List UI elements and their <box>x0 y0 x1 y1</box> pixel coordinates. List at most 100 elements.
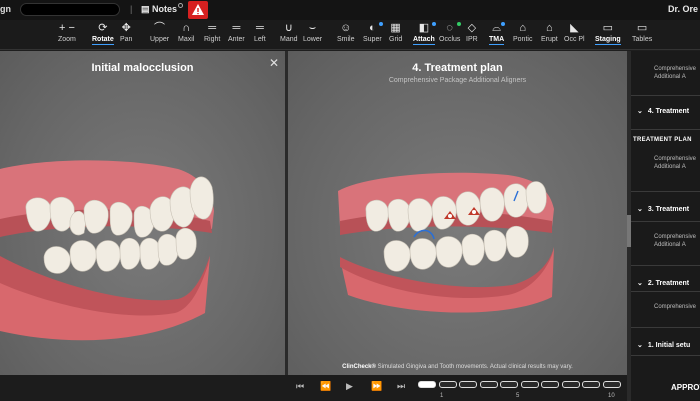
tool-label: Left <box>254 36 266 43</box>
first-stage-button[interactable]: ⏮ <box>296 381 304 392</box>
stage-description: Comprehensive <box>654 156 697 162</box>
stage-segment[interactable] <box>602 381 621 388</box>
dental-model-treatment[interactable] <box>288 51 627 375</box>
tool-label: Grid <box>389 36 403 43</box>
tool-staging[interactable]: ▭ Staging <box>595 20 621 50</box>
sidebar-divider <box>631 191 700 192</box>
stage-description: Additional A <box>654 242 686 248</box>
stage-header-label: 3. Treatment <box>647 206 690 213</box>
stage-segment[interactable] <box>418 381 436 388</box>
stage-header[interactable]: ⌄ 4. Treatment <box>637 107 689 115</box>
stage-description: Additional A <box>654 164 686 170</box>
initial-malocclusion-pane[interactable]: Initial malocclusion ✕ <box>0 51 285 375</box>
eruption-icon: ⌂ <box>546 22 553 34</box>
tool-grid[interactable]: ▦ Grid <box>389 20 402 50</box>
status-dot <box>431 22 436 26</box>
maxillary-icon: ∩ <box>182 22 191 34</box>
stage-segment[interactable] <box>541 381 559 388</box>
tool-label: Lower <box>303 36 323 43</box>
playback-bar: 1 5 10 ⏮ ⏪ ▶ ⏩ ⏭ <box>0 375 627 401</box>
smile-icon: ☺ <box>340 22 352 34</box>
chevron-down-icon: ⌄ <box>637 206 643 213</box>
treatment-plan-pane[interactable]: 4. Treatment plan Comprehensive Package … <box>288 51 627 375</box>
chevron-down-icon: ⌄ <box>637 280 643 287</box>
stage-tick-label: 10 <box>608 393 615 399</box>
tables-icon: ▭ <box>636 22 648 34</box>
stage-header-label: 2. Treatment <box>647 280 690 287</box>
tool-erupt[interactable]: ⌂ Erupt <box>541 20 558 50</box>
ipr-icon: ◇ <box>467 22 477 34</box>
upper-jaw-icon: ⌒ <box>154 22 166 34</box>
sidebar-divider <box>631 265 700 266</box>
tool-upper[interactable]: ⌒ Upper <box>150 20 169 50</box>
tool-occ-pl[interactable]: ◣ Occ Pl <box>564 20 585 50</box>
status-dot <box>457 22 462 26</box>
stage-header-label: 1. Initial setu <box>647 342 691 349</box>
rotate-icon: ⟳ <box>98 22 108 34</box>
stage-segment[interactable] <box>561 381 580 388</box>
prev-stage-button[interactable]: ⏪ <box>320 381 331 392</box>
approve-button[interactable]: APPROV <box>671 383 700 392</box>
left-view-icon: ═ <box>255 22 264 34</box>
separator: | <box>130 4 133 14</box>
stage-description: Comprehensive <box>654 304 697 310</box>
tool-label: Zoom <box>58 36 76 43</box>
notes-status-dot <box>178 3 183 8</box>
tool-ipr[interactable]: ◇ IPR <box>466 20 478 50</box>
tool-label: Anter <box>228 36 245 43</box>
alert-button[interactable] <box>188 1 208 19</box>
stage-segment[interactable] <box>459 381 477 388</box>
tool-tables[interactable]: ▭ Tables <box>632 20 652 50</box>
app-brand: gn <box>0 4 11 14</box>
tool-occlus[interactable]: ◌ Occlus <box>439 20 462 50</box>
play-button[interactable]: ▶ <box>346 381 353 392</box>
occlusal-plane-icon: ◣ <box>570 22 579 34</box>
tool-label: Tables <box>632 36 653 43</box>
notes-button[interactable]: ▤ Notes <box>141 4 177 15</box>
tool-label: TMA <box>489 36 505 45</box>
tool-attach[interactable]: ◧ Attach <box>413 20 436 50</box>
tool-mand[interactable]: ∪ Mand <box>280 20 298 50</box>
sidebar-divider <box>631 221 700 222</box>
top-bar: gn | ▤ Notes Dr. Ore <box>0 0 700 20</box>
stage-header[interactable]: ⌄ 3. Treatment <box>637 205 689 213</box>
stage-description: Comprehensive <box>654 234 697 240</box>
tool-smile[interactable]: ☺ Smile <box>337 20 355 50</box>
sidebar-divider <box>631 291 700 292</box>
notes-icon: ▤ <box>141 4 153 14</box>
tool-pontic[interactable]: ⌂ Pontic <box>513 20 532 50</box>
next-stage-button[interactable]: ⏩ <box>371 381 382 392</box>
stage-timeline[interactable]: 1 5 10 <box>418 381 623 399</box>
tool-label: Maxil <box>178 36 195 43</box>
redacted-patient-field <box>20 3 120 16</box>
tool-tma[interactable]: ⌓ TMA <box>489 20 506 50</box>
tool-super[interactable]: ◐ Super <box>363 20 383 50</box>
tool-lower[interactable]: ⌣ Lower <box>303 20 322 50</box>
tool-maxil[interactable]: ∩ Maxil <box>178 20 194 50</box>
stage-segment[interactable] <box>438 381 457 388</box>
tool-rotate[interactable]: ⟳ Rotate <box>92 20 114 50</box>
stage-segment[interactable] <box>500 381 518 388</box>
tool-zoom[interactable]: + − Zoom <box>58 20 76 50</box>
tool-label: Occlus <box>439 36 461 43</box>
stage-segment[interactable] <box>479 381 498 388</box>
tool-pan[interactable]: ✥ Pan <box>120 20 132 50</box>
user-name[interactable]: Dr. Ore <box>668 4 698 14</box>
treatment-plan-heading: TREATMENT PLAN <box>633 137 692 143</box>
tool-label: Occ Pl <box>564 36 585 43</box>
stage-header[interactable]: ⌄ 2. Treatment <box>637 279 689 287</box>
tool-right[interactable]: ═ Right <box>204 20 220 50</box>
last-stage-button[interactable]: ⏭ <box>397 381 405 392</box>
stage-segment[interactable] <box>520 381 539 388</box>
status-dot <box>501 22 506 26</box>
stage-header-label: 4. Treatment <box>647 108 690 115</box>
notes-label: Notes <box>152 4 178 14</box>
tool-label: Mand <box>280 36 298 43</box>
sidebar-divider <box>631 129 700 130</box>
tool-anter[interactable]: ═ Anter <box>228 20 245 50</box>
tool-left[interactable]: ═ Left <box>254 20 266 50</box>
dental-model-initial[interactable] <box>0 51 285 375</box>
disclaimer-brand: ClinCheck® <box>342 364 376 370</box>
stage-header[interactable]: ⌄ 1. Initial setu <box>637 341 690 349</box>
stage-segment[interactable] <box>582 381 600 388</box>
